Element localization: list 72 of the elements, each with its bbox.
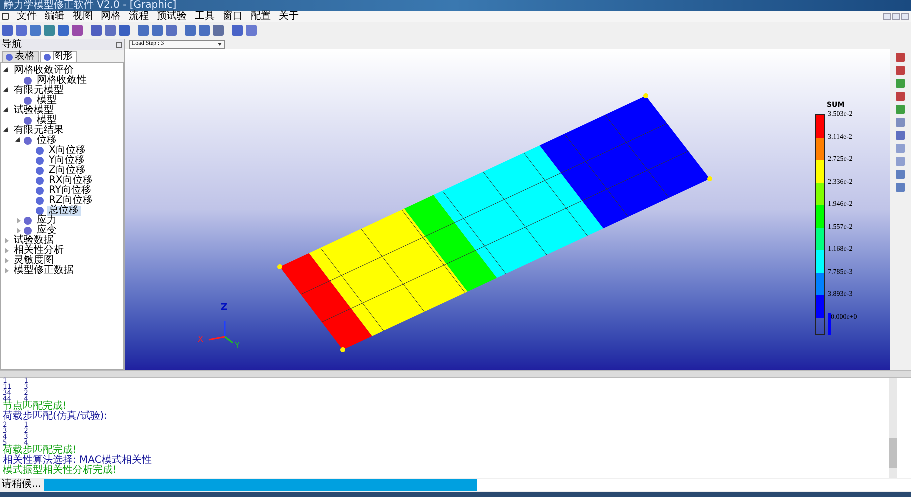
menu-item[interactable]: 窗口 [223,12,243,22]
tree-item[interactable]: 模型 [35,116,59,126]
expand-arrow-icon[interactable] [5,238,9,244]
console-line: 荷载步匹配(仿真/试验): [3,412,108,422]
tree-node-icon [24,137,32,145]
panel-tab[interactable]: 表格 [2,51,39,62]
collapse-arrow-icon[interactable] [3,107,11,115]
tree-node-icon [24,77,32,85]
menu-item[interactable]: 工具 [195,12,215,22]
collapse-arrow-icon[interactable] [3,127,11,135]
close-icon[interactable] [116,42,122,48]
tree-item[interactable]: 灵敏度图 [12,256,56,266]
tree-node-icon [24,97,32,105]
scrollbar[interactable] [889,378,897,478]
console-line: 相关性算法选择: MAC模式相关性 [3,456,152,466]
collapse-arrow-icon[interactable] [3,67,11,75]
menu-item[interactable]: 配置 [251,12,271,22]
tree-item[interactable]: 网格收敛性 [35,76,89,86]
tree-item[interactable]: 位移 [35,136,59,146]
tree-node-icon [36,207,44,215]
expand-arrow-icon[interactable] [5,258,9,264]
console-line: 荷载步匹配完成! [3,446,78,456]
axis-label: Z [221,304,228,313]
tree-item[interactable]: 有限元结果 [12,126,66,136]
tree-node-icon [24,227,32,235]
console-line: 节点匹配完成! [3,402,68,412]
panel-splitter[interactable] [0,370,911,378]
axis-label: Y [235,342,240,350]
tree-item[interactable]: X向位移 [47,146,88,156]
tree-item[interactable]: 相关性分析 [12,246,66,256]
collapse-arrow-icon[interactable] [3,87,11,95]
tree-item[interactable]: 总位移 [47,206,81,216]
tree-node-icon [36,157,44,165]
tree-item[interactable]: 有限元模型 [12,86,66,96]
status-text: 请稍候... [1,480,43,490]
menu-item[interactable]: 编辑 [45,12,65,22]
axis-triad-drawing [208,321,234,344]
tree-node-icon [36,177,44,185]
menu-item[interactable]: 网格 [101,12,121,22]
app-icon [2,13,9,20]
minimize-icon[interactable] [883,13,891,20]
tree-node-icon [36,187,44,195]
tree-item[interactable]: Z向位移 [47,166,88,176]
console-line: 模式振型相关性分析完成! [3,466,118,476]
tree-node-icon [36,167,44,175]
axis-label: X [198,336,204,344]
tree-item[interactable]: 网格收敛评价 [12,66,76,76]
window-title: 静力学模型修正软件 V2.0 - [Graphic] [4,0,177,11]
menu-item[interactable]: 流程 [129,12,149,22]
tree-item[interactable]: 模型修正数据 [12,266,76,276]
menu-item[interactable]: 视图 [73,12,93,22]
tree-node-icon [24,217,32,225]
menu-item[interactable]: 预试验 [157,12,187,22]
tree-item[interactable]: 模型 [35,96,59,106]
expand-arrow-icon[interactable] [5,248,9,254]
panel-tab[interactable]: 图形 [40,51,77,62]
tree-item[interactable]: RY向位移 [47,186,94,196]
tree-item[interactable]: RZ向位移 [47,196,95,206]
tree-item[interactable]: 试验数据 [12,236,56,246]
tree-item[interactable]: RX向位移 [47,176,95,186]
menu-item[interactable]: 关于 [279,12,299,22]
expand-arrow-icon[interactable] [5,268,9,274]
tree-item[interactable]: Y向位移 [47,156,88,166]
tree-node-icon [36,197,44,205]
tree-item[interactable]: 试验模型 [12,106,56,116]
tree-item[interactable]: 应变 [35,226,59,236]
tree-item[interactable]: 应力 [35,216,59,226]
tree-node-icon [36,147,44,155]
close-icon[interactable] [901,13,909,20]
restore-icon[interactable] [892,13,900,20]
menu-item[interactable]: 文件 [17,12,37,22]
tree-node-icon [24,117,32,125]
